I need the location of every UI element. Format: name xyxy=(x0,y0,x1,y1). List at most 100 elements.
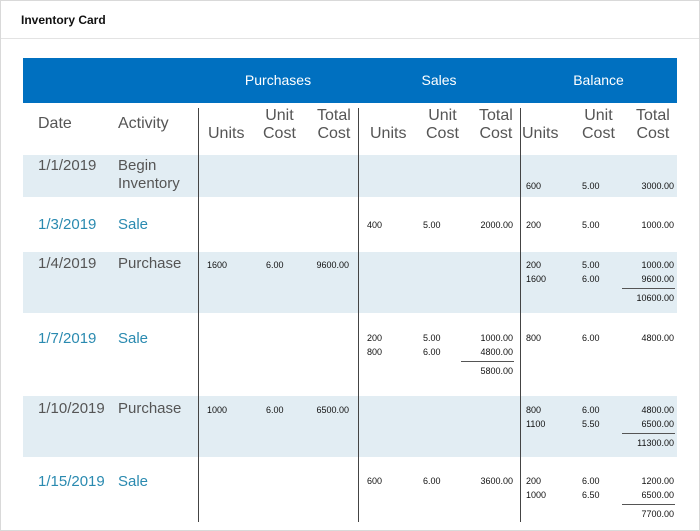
purchases-units-value: 1000 xyxy=(207,405,228,415)
balance-subtotal-rule xyxy=(622,504,675,505)
column-header-line-1: Unit xyxy=(428,107,457,124)
balance-unit-cost-value: 6.00 xyxy=(582,476,600,486)
column-header-purchases-unit-cost: Unit Cost xyxy=(263,107,296,143)
sales-unit-cost-value: 6.00 xyxy=(423,476,441,486)
balance-units-value: 1600 xyxy=(526,274,547,284)
sales-unit-cost-value: 5.00 xyxy=(423,333,441,343)
sales-units-value: 800 xyxy=(367,347,383,357)
column-divider-purchases xyxy=(198,108,199,522)
column-header-sales-units: Units xyxy=(370,125,407,142)
row-date: 1/7/2019 xyxy=(38,330,97,347)
balance-units-value: 200 xyxy=(526,476,542,486)
column-header-balance-unit-cost: Unit Cost xyxy=(582,107,615,143)
row-activity-line-1: Purchase xyxy=(118,400,182,417)
balance-total-value: 6500.00 xyxy=(641,419,674,429)
balance-total-value: 3000.00 xyxy=(641,181,674,191)
column-divider-sales xyxy=(358,108,359,522)
balance-subtotal-rule xyxy=(622,288,675,289)
column-header-line-2: Cost xyxy=(636,125,670,142)
sales-total-value: 1000.00 xyxy=(480,333,513,343)
group-header-purchases: Purchases xyxy=(244,72,312,88)
balance-total-value: 4800.00 xyxy=(641,405,674,415)
row-activity-line-1: Begin xyxy=(118,157,157,174)
balance-units-value: 200 xyxy=(526,260,542,270)
column-header-line-2: Cost xyxy=(479,125,513,142)
column-header-line-2: Cost xyxy=(426,125,459,142)
sales-subtotal-rule xyxy=(461,361,514,362)
column-header-balance-units: Units xyxy=(522,125,559,142)
column-header-line-1: Total xyxy=(636,107,670,124)
balance-subtotal-value: 7700.00 xyxy=(641,509,674,519)
row-activity: Begin Inventory xyxy=(118,157,180,193)
row-date: 1/1/2019 xyxy=(38,157,97,174)
sales-unit-cost-value: 6.00 xyxy=(423,347,441,357)
sales-total-value: 2000.00 xyxy=(480,220,513,230)
column-header-line-1: Unit xyxy=(584,107,613,124)
balance-unit-cost-value: 5.50 xyxy=(582,419,600,429)
balance-units-value: 1000 xyxy=(526,490,547,500)
balance-total-value: 1000.00 xyxy=(641,220,674,230)
balance-units-value: 200 xyxy=(526,220,542,230)
balance-total-value: 1200.00 xyxy=(641,476,674,486)
sales-total-value: 4800.00 xyxy=(480,347,513,357)
row-activity: Sale xyxy=(118,216,148,234)
balance-units-value: 1100 xyxy=(526,419,546,429)
row-date: 1/3/2019 xyxy=(38,216,97,233)
purchases-total-value: 9600.00 xyxy=(316,260,349,270)
balance-unit-cost-value: 5.00 xyxy=(582,220,600,230)
balance-units-value: 800 xyxy=(526,333,542,343)
column-header-balance-total-cost: Total Cost xyxy=(636,107,670,143)
sales-units-value: 200 xyxy=(367,333,383,343)
row-activity: Sale xyxy=(118,473,148,491)
panel-title: Inventory Card xyxy=(21,13,106,27)
column-header-line-1: Total xyxy=(479,107,513,124)
row-date: 1/4/2019 xyxy=(38,255,97,272)
column-header-line-1: Unit xyxy=(265,107,294,124)
column-header-purchases-units: Units xyxy=(208,125,245,142)
column-header-purchases-total-cost: Total Cost xyxy=(317,107,351,143)
balance-units-value: 600 xyxy=(526,181,542,191)
column-header-date: Date xyxy=(38,115,72,132)
column-divider-balance xyxy=(520,108,521,522)
balance-subtotal-rule xyxy=(622,433,675,434)
balance-total-value: 4800.00 xyxy=(641,333,674,343)
balance-unit-cost-value: 5.00 xyxy=(582,181,600,191)
row-activity-line-1: Sale xyxy=(118,216,149,233)
column-header-sales-unit-cost: Unit Cost xyxy=(426,107,459,143)
row-date: 1/10/2019 xyxy=(38,400,105,417)
balance-units-value: 800 xyxy=(526,405,542,415)
row-activity-line-1: Sale xyxy=(118,330,149,347)
row-activity: Sale xyxy=(118,330,148,348)
row-activity: Purchase xyxy=(118,400,181,418)
balance-unit-cost-value: 6.00 xyxy=(582,274,600,284)
sales-units-value: 400 xyxy=(367,220,383,230)
sales-unit-cost-value: 5.00 xyxy=(423,220,441,230)
row-activity: Purchase xyxy=(118,255,181,273)
column-header-sales-total-cost: Total Cost xyxy=(479,107,513,143)
balance-subtotal-value: 11300.00 xyxy=(637,438,674,448)
purchases-units-value: 1600 xyxy=(207,260,228,270)
purchases-total-value: 6500.00 xyxy=(316,405,349,415)
column-header-line-2: Cost xyxy=(317,125,351,142)
row-activity-line-1: Sale xyxy=(118,473,149,490)
balance-unit-cost-value: 6.00 xyxy=(582,333,600,343)
balance-unit-cost-value: 6.50 xyxy=(582,490,600,500)
row-activity-line-2: Inventory xyxy=(118,175,180,192)
column-header-line-1: Total xyxy=(317,107,351,124)
column-header-line-2: Cost xyxy=(263,125,296,142)
balance-total-value: 6500.00 xyxy=(641,490,674,500)
group-header-sales: Sales xyxy=(421,72,457,88)
group-header-bar: Purchases Sales Balance xyxy=(23,58,677,103)
group-header-balance: Balance xyxy=(573,72,624,88)
balance-total-value: 9600.00 xyxy=(641,274,674,284)
column-header-line-2: Cost xyxy=(582,125,615,142)
sales-subtotal-value: 5800.00 xyxy=(480,366,513,376)
balance-subtotal-value: 10600.00 xyxy=(636,293,674,303)
title-bar: Inventory Card xyxy=(1,1,699,39)
table-row xyxy=(23,313,677,396)
row-date: 1/15/2019 xyxy=(38,473,105,490)
balance-total-value: 1000.00 xyxy=(641,260,674,270)
sales-total-value: 3600.00 xyxy=(480,476,513,486)
sales-units-value: 600 xyxy=(367,476,383,486)
balance-unit-cost-value: 5.00 xyxy=(582,260,600,270)
